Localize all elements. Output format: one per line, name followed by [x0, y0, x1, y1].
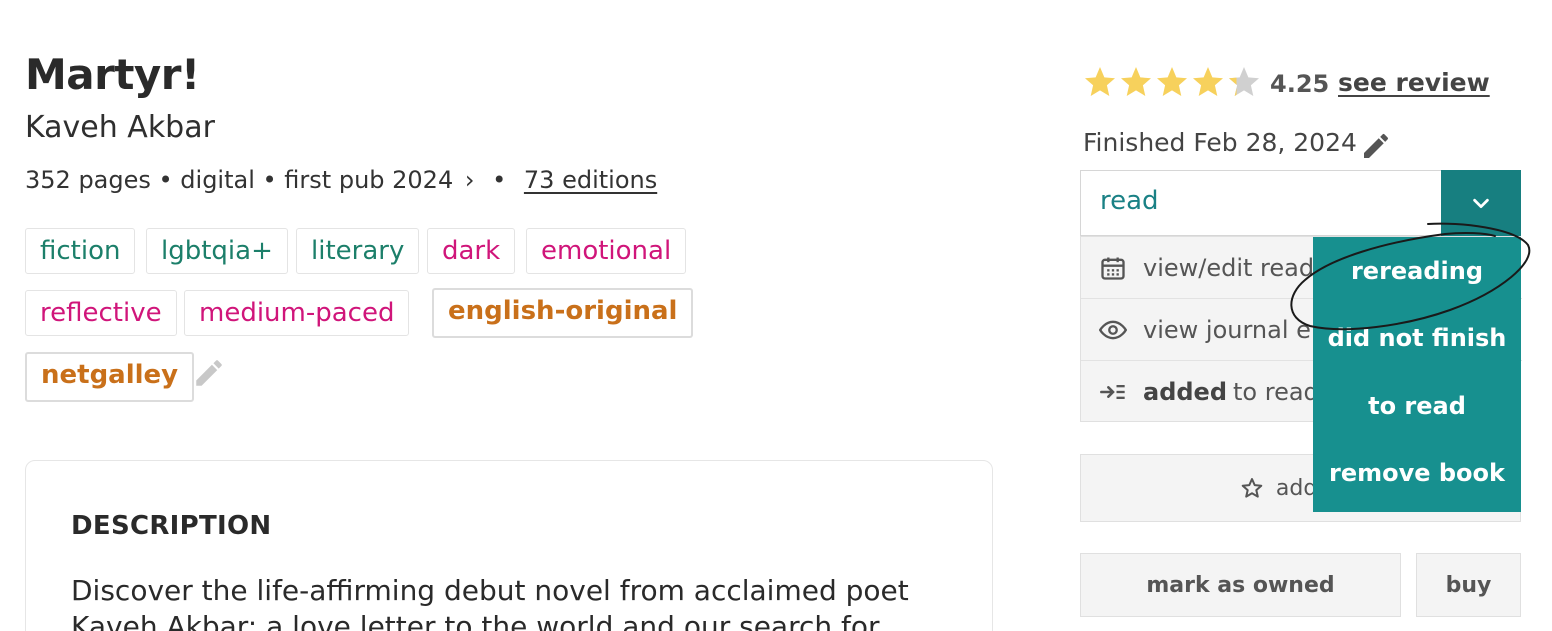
book-meta: 352 pages • digital • first pub 2024 › •… — [25, 166, 657, 194]
reading-status-value[interactable]: read — [1100, 186, 1159, 216]
menu-item-remove-book[interactable]: remove book — [1313, 459, 1521, 487]
row-label: to readi — [1233, 378, 1326, 406]
tag-literary[interactable]: literary — [296, 228, 420, 274]
mark-as-owned-button[interactable]: mark as owned — [1080, 553, 1401, 617]
star-outline-icon — [1241, 478, 1263, 498]
description-card: DESCRIPTION Discover the life-affirming … — [25, 460, 993, 631]
tag-medium-paced[interactable]: medium-paced — [184, 290, 410, 336]
star-icon — [1085, 67, 1115, 96]
calendar-icon — [1101, 257, 1125, 280]
arrow-list-icon — [1100, 385, 1125, 399]
menu-item-rereading[interactable]: rereading — [1313, 257, 1521, 285]
tag-emotional[interactable]: emotional — [526, 228, 687, 274]
star-icon — [1193, 67, 1223, 96]
book-author[interactable]: Kaveh Akbar — [25, 110, 215, 145]
star-rating — [1082, 62, 1262, 102]
row-label: view/edit read — [1143, 253, 1315, 282]
editions-link[interactable]: 73 editions — [524, 166, 657, 194]
tag-english-original[interactable]: english-original — [432, 288, 694, 338]
pencil-icon[interactable] — [1360, 130, 1392, 162]
status-dropdown-menu: rereading did not finish to read remove … — [1313, 237, 1521, 512]
meta-separator: • — [492, 166, 507, 194]
star-icon — [1121, 67, 1151, 96]
status-dropdown-toggle[interactable] — [1441, 170, 1521, 236]
chevron-right-icon[interactable]: › — [465, 166, 475, 194]
tag-reflective[interactable]: reflective — [25, 290, 177, 336]
tag-dark[interactable]: dark — [427, 228, 516, 274]
menu-item-to-read[interactable]: to read — [1313, 392, 1521, 420]
row-label: view journal en — [1143, 315, 1327, 344]
pencil-icon[interactable] — [192, 356, 226, 390]
book-title: Martyr! — [25, 50, 200, 99]
book-meta-text: 352 pages • digital • first pub 2024 — [25, 166, 454, 194]
buy-button[interactable]: buy — [1416, 553, 1521, 617]
star-icon — [1157, 67, 1187, 96]
menu-item-did-not-finish[interactable]: did not finish — [1313, 324, 1521, 352]
finished-date: Finished Feb 28, 2024 — [1083, 128, 1357, 157]
description-text: Discover the life-affirming debut novel … — [71, 574, 909, 631]
description-heading: DESCRIPTION — [71, 511, 272, 541]
rating-value: 4.25 — [1270, 70, 1330, 98]
tag-fiction[interactable]: fiction — [25, 228, 136, 274]
row-bold: added — [1143, 378, 1228, 406]
chevron-down-icon — [1473, 198, 1489, 209]
tag-netgalley[interactable]: netgalley — [25, 352, 195, 402]
see-review-link[interactable]: see review — [1338, 68, 1490, 97]
star-empty-icon — [1229, 67, 1259, 96]
tag-lgbtqia[interactable]: lgbtqia+ — [146, 228, 288, 274]
eye-icon — [1099, 320, 1127, 339]
